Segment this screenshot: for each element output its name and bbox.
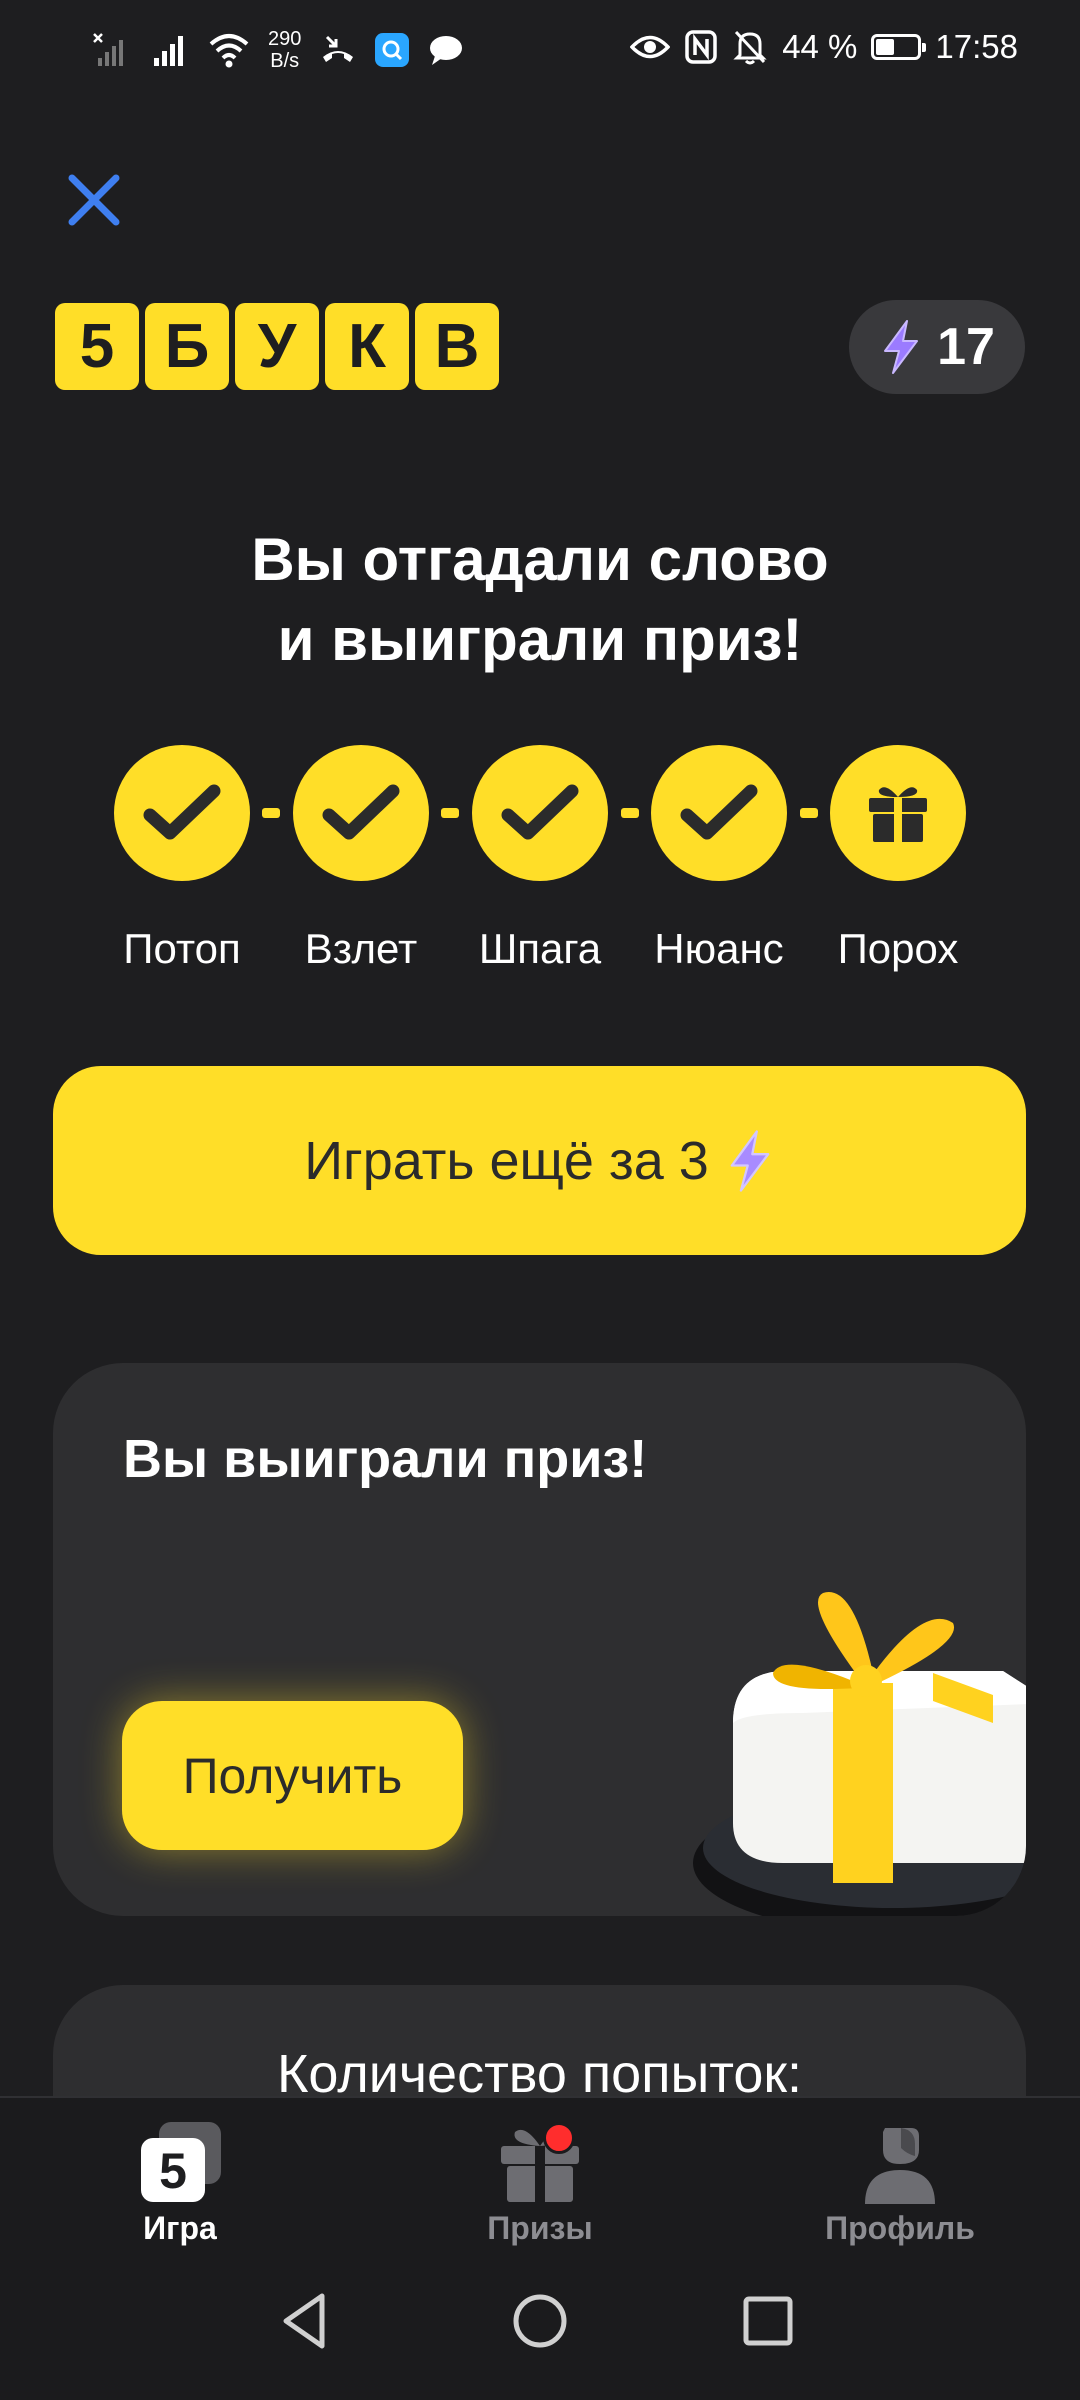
wifi-icon (209, 34, 249, 68)
nav-item-game[interactable]: 5 Игра (80, 2120, 280, 2247)
step-circle (830, 745, 966, 881)
check-icon (143, 784, 221, 840)
chat-icon (430, 36, 463, 65)
game-5-icon: 5 (135, 2120, 225, 2206)
title-line-2: и выиграли приз! (277, 606, 803, 673)
logo-tile: 5 (55, 303, 139, 390)
messenger-app-icon (375, 33, 410, 67)
screen: 290 B/s 44 % 17:58 5 Б У К В 17 Вы отгад… (0, 0, 1080, 2400)
progress-step: Нюанс (651, 745, 787, 972)
profile-icon (855, 2120, 945, 2206)
logo-tile: К (325, 303, 409, 390)
play-again-label: Играть ещё за 3 (304, 1130, 709, 1191)
status-bar: 290 B/s 44 % 17:58 (0, 0, 1080, 105)
claim-prize-label: Получить (182, 1747, 403, 1804)
close-button[interactable] (62, 168, 126, 232)
svg-text:5: 5 (159, 2143, 187, 2199)
battery-level (876, 39, 895, 55)
page-title: Вы отгадали слово и выиграли приз! (0, 520, 1080, 680)
energy-count: 17 (937, 318, 995, 376)
status-bar-right: 44 % 17:58 (630, 28, 1018, 66)
system-home-button[interactable] (505, 2286, 575, 2356)
play-again-button[interactable]: Играть ещё за 3 (53, 1066, 1026, 1255)
gift-icon (869, 787, 927, 842)
progress-step: Шпага (472, 745, 608, 972)
clock: 17:58 (935, 28, 1018, 65)
word-progress: Потоп Взлет Шпага Нюанс Порох (0, 745, 1080, 985)
muted-bell-icon (733, 30, 767, 65)
missed-call-icon (323, 35, 354, 62)
no-sim-signal-icon (93, 33, 123, 66)
status-bar-left: 290 B/s (92, 28, 465, 72)
system-navigation-bar (0, 2246, 1080, 2400)
nav-label: Игра (143, 2210, 217, 2246)
progress-step: Потоп (114, 745, 250, 972)
nav-label: Профиль (825, 2210, 975, 2246)
title-line-1: Вы отгадали слово (251, 526, 829, 593)
prize-card: Вы выиграли приз! Получить (53, 1363, 1026, 1916)
close-icon (68, 174, 120, 226)
bottom-navigation: 5 Игра Призы Профиль (0, 2096, 1080, 2248)
logo-tile: Б (145, 303, 229, 390)
app-logo: 5 Б У К В (55, 303, 499, 390)
battery-icon (871, 34, 927, 60)
system-recents-button[interactable] (733, 2286, 803, 2356)
check-icon (322, 784, 400, 840)
eye-icon (630, 35, 671, 59)
logo-tile: У (235, 303, 319, 390)
gift-icon (495, 2120, 585, 2206)
net-speed: 290 B/s (268, 28, 301, 72)
check-icon (680, 784, 758, 840)
home-icon (513, 2294, 567, 2348)
energy-balance[interactable]: 17 (849, 300, 1025, 394)
back-icon (283, 2293, 325, 2349)
progress-step: Взлет (293, 745, 429, 972)
signal-icon (154, 36, 183, 66)
gift-box-illustration (693, 1592, 1026, 1916)
prize-title: Вы выиграли приз! (123, 1429, 648, 1489)
battery-percent: 44 % (782, 28, 858, 65)
nav-item-profile[interactable]: Профиль (800, 2120, 1000, 2247)
nav-item-prizes[interactable]: Призы (440, 2120, 640, 2247)
lightning-icon (884, 320, 919, 374)
progress-step: Порох (830, 745, 966, 972)
system-back-button[interactable] (272, 2286, 342, 2356)
nfc-icon (685, 30, 717, 64)
step-circle (472, 745, 608, 881)
notification-badge (543, 2122, 575, 2154)
logo-tile: В (415, 303, 499, 390)
nav-label: Призы (487, 2210, 593, 2246)
check-icon (501, 784, 579, 840)
step-circle (114, 745, 250, 881)
step-circle (293, 745, 429, 881)
lightning-icon (730, 1129, 770, 1192)
claim-prize-button[interactable]: Получить (122, 1701, 463, 1850)
recents-icon (743, 2296, 793, 2346)
net-speed-value: 290 (268, 28, 302, 50)
step-word: Порох (837, 925, 959, 972)
step-circle (651, 745, 787, 881)
net-speed-unit: B/s (270, 50, 300, 72)
